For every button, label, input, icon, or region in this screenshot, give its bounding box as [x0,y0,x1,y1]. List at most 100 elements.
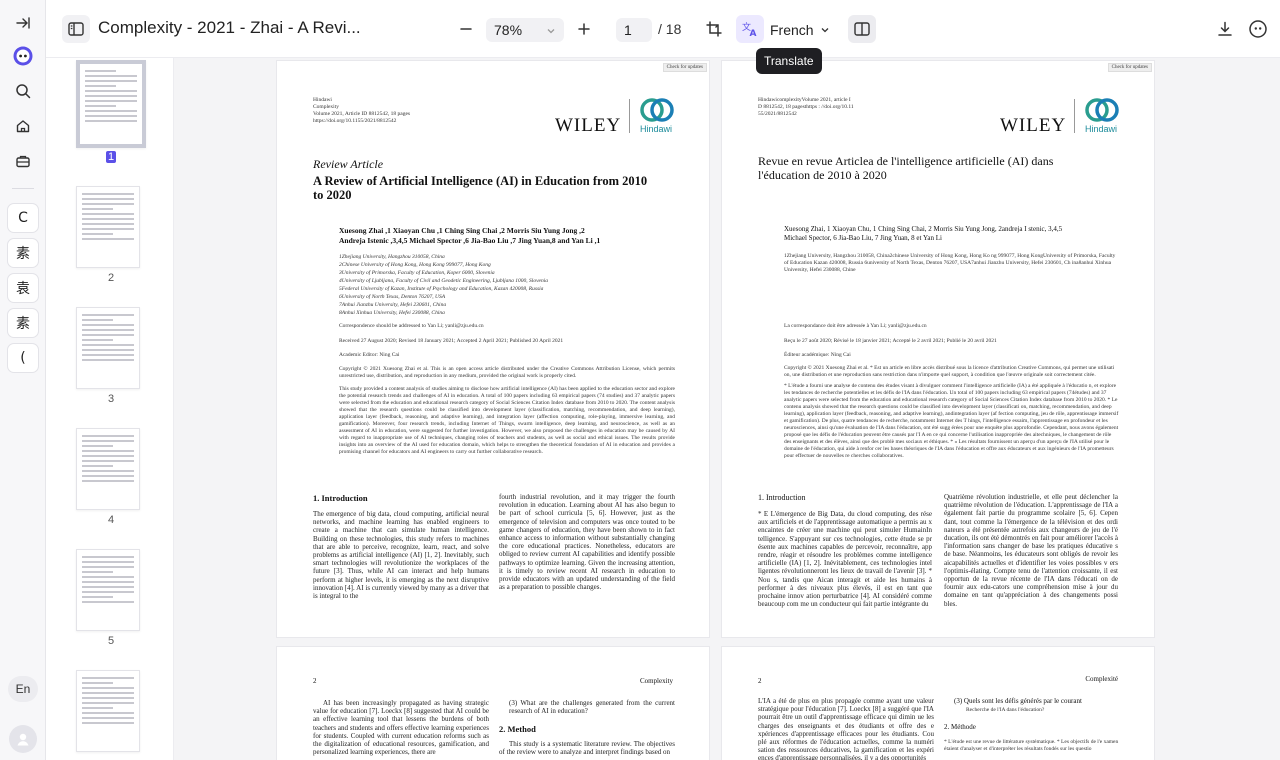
thumbnail-page-number: 5 [107,635,115,647]
translated-page-1: Check for updates HindawicomplexityVolum… [721,60,1155,638]
original-page-1: Check for updates Hindawi Complexity Vol… [276,60,710,638]
rail-chip-1[interactable]: C [7,203,39,233]
assistant-logo-icon[interactable] [7,40,39,72]
correspondence: Correspondence should be addressed to Ya… [339,323,484,329]
author-list: Xuesong Zhai ,1 Xiaoyan Chu ,1 Ching Sin… [339,226,601,245]
chevron-down-icon [546,23,556,39]
hindawi-logo-icon [640,98,674,122]
copyright-notice: Copyright © 2021 Xuesong Zhai et al. Thi… [339,366,675,379]
abstract: This study provided a content analysis o… [339,386,675,455]
affiliations: 1Zhejiang University, Hangzhou 310058, C… [339,254,548,316]
article-type: Review Article [313,157,384,171]
translated-page-2: 2 Complexité L'IA a été de plus en plus … [721,646,1155,760]
chevron-down-icon [820,22,830,38]
academic-editor: Academic Editor: Ning Cai [339,352,400,358]
logo-divider [1074,99,1075,133]
journal-meta: Hindawi Complexity Volume 2021, Article … [313,97,411,124]
rail-chip-4[interactable]: 素 [7,308,39,338]
zoom-select[interactable]: 78% [486,18,564,42]
translate-icon: 文A [742,21,757,38]
hindawi-wordmark: Hindawi [1085,124,1118,134]
top-toolbar: Complexity - 2021 - Zhai - A Revi... 78%… [46,0,1280,58]
hindawi-wordmark: Hindawi [640,124,673,134]
rail-chip-5[interactable]: ( [7,343,39,373]
thumbnail-page[interactable] [76,549,140,631]
translated-intro-left: * E L'émergence de Big Data, du cloud co… [758,510,932,609]
target-language-select[interactable]: French [770,18,838,42]
zoom-in-icon[interactable] [570,15,598,43]
rail-chip-3[interactable]: 袁 [7,273,39,303]
wiley-logo: WILEY [555,115,622,136]
translate-button[interactable]: 文A [736,15,764,43]
translated-editor: Éditeur académique: Ning Cai [784,352,851,358]
assistant-chat-icon[interactable] [1244,15,1272,43]
running-header: Complexity [639,677,673,685]
thumbnail-sidebar: 1 2 3 4 5 [46,58,174,760]
thumbnail-page[interactable] [76,428,140,510]
translated-title: Revue en revue Articlea de l'intelligenc… [758,154,1054,182]
sidebar-toggle-icon[interactable] [62,15,90,43]
section-heading: 1. Introduction [758,493,806,502]
translated-intro-right: Quatrième révolution industrielle, et el… [944,493,1118,608]
translated-received: Reçu le 27 août 2020; Révisé le 18 janvi… [784,338,997,344]
document-title: Complexity - 2021 - Zhai - A Revi... [98,18,361,37]
download-icon[interactable] [1211,15,1239,43]
rail-chip-2[interactable]: 素 [7,238,39,268]
translated-page2-left: L'IA a été de plus en plus propagée comm… [758,697,934,760]
original-page-2: 2 Complexity AI has been increasingly pr… [276,646,710,760]
hindawi-logo-icon [1085,98,1119,122]
page-number: 2 [758,677,762,685]
document-viewer[interactable]: Check for updates Hindawi Complexity Vol… [174,58,1280,760]
page-total: / 18 [658,21,682,37]
left-rail: C 素 袁 素 ( En [0,0,46,760]
briefcase-icon[interactable] [7,145,39,177]
thumbnail-page-number: 3 [107,393,115,405]
article-title: A Review of Artificial Intelligence (AI)… [313,174,648,202]
translated-rq3-continued: Recherche de l'IA dans l'éducation? [966,707,1045,713]
crop-screenshot-icon[interactable] [700,15,728,43]
journal-meta: HindawicomplexityVolume 2021, article I … [758,97,854,117]
page-number-input[interactable]: 1 [616,18,652,42]
translate-tooltip: Translate [756,48,822,74]
translated-affiliations: 1Zhejiang University, Hangzhou 310058, C… [784,253,1116,273]
translated-correspondence: La correspondance doit être adressée à Y… [784,323,927,329]
thumbnail-page-number: 2 [107,272,115,284]
page-number: 2 [313,677,317,685]
rail-divider [12,188,34,189]
home-icon[interactable] [7,110,39,142]
check-for-updates-badge[interactable]: Check for updates [1107,63,1152,72]
intro-column-right: fourth industrial revolution, and it may… [499,493,675,592]
section-heading: 2. Méthode [944,723,976,731]
search-icon[interactable] [7,75,39,107]
thumbnail-page[interactable] [76,670,140,752]
received-dates: Received 27 August 2020; Revised 18 Janu… [339,338,564,344]
thumbnail-page-number: 1 [106,151,116,163]
svg-text:A: A [750,29,757,38]
thumbnail-page[interactable] [76,307,140,389]
user-avatar[interactable] [9,725,37,753]
app-window: C 素 袁 素 ( En Complexity - 2021 - Zhai - … [0,0,1280,760]
thumbnail-page[interactable] [76,186,140,268]
thumbnail-page[interactable] [76,60,146,148]
section-heading: 1. Introduction [313,493,368,503]
section-heading: 2. Method [499,724,536,734]
logo-divider [629,99,630,133]
translated-copyright: Copyright © 2021 Xuesong Zhai et al. * E… [784,365,1115,378]
thumbnail-page-number: 4 [107,514,115,526]
wiley-logo: WILEY [1000,115,1067,136]
method-text: This study is a systematic literature re… [499,740,675,757]
running-header: Complexité [1085,675,1118,683]
page2-column-left: AI has been increasingly propagated as h… [313,699,489,757]
check-for-updates-badge[interactable]: Check for updates [662,63,707,72]
zoom-out-icon[interactable] [452,15,480,43]
collapse-panel-icon[interactable] [7,7,39,39]
zoom-value: 78% [494,22,523,38]
intro-column-left: The emergence of big data, cloud computi… [313,510,489,601]
target-language: French [770,22,814,38]
translated-rq3: (3) Quels sont les défis générés par le … [954,697,1082,705]
translated-method-text: * L'étude est une revue de littérature s… [944,739,1119,752]
language-toggle[interactable]: En [8,676,38,702]
translated-abstract: * L'étude a fourni une analyse de conten… [784,383,1119,459]
research-question-3: (3) What are the challenges generated fr… [509,699,675,716]
split-view-icon[interactable] [848,15,876,43]
